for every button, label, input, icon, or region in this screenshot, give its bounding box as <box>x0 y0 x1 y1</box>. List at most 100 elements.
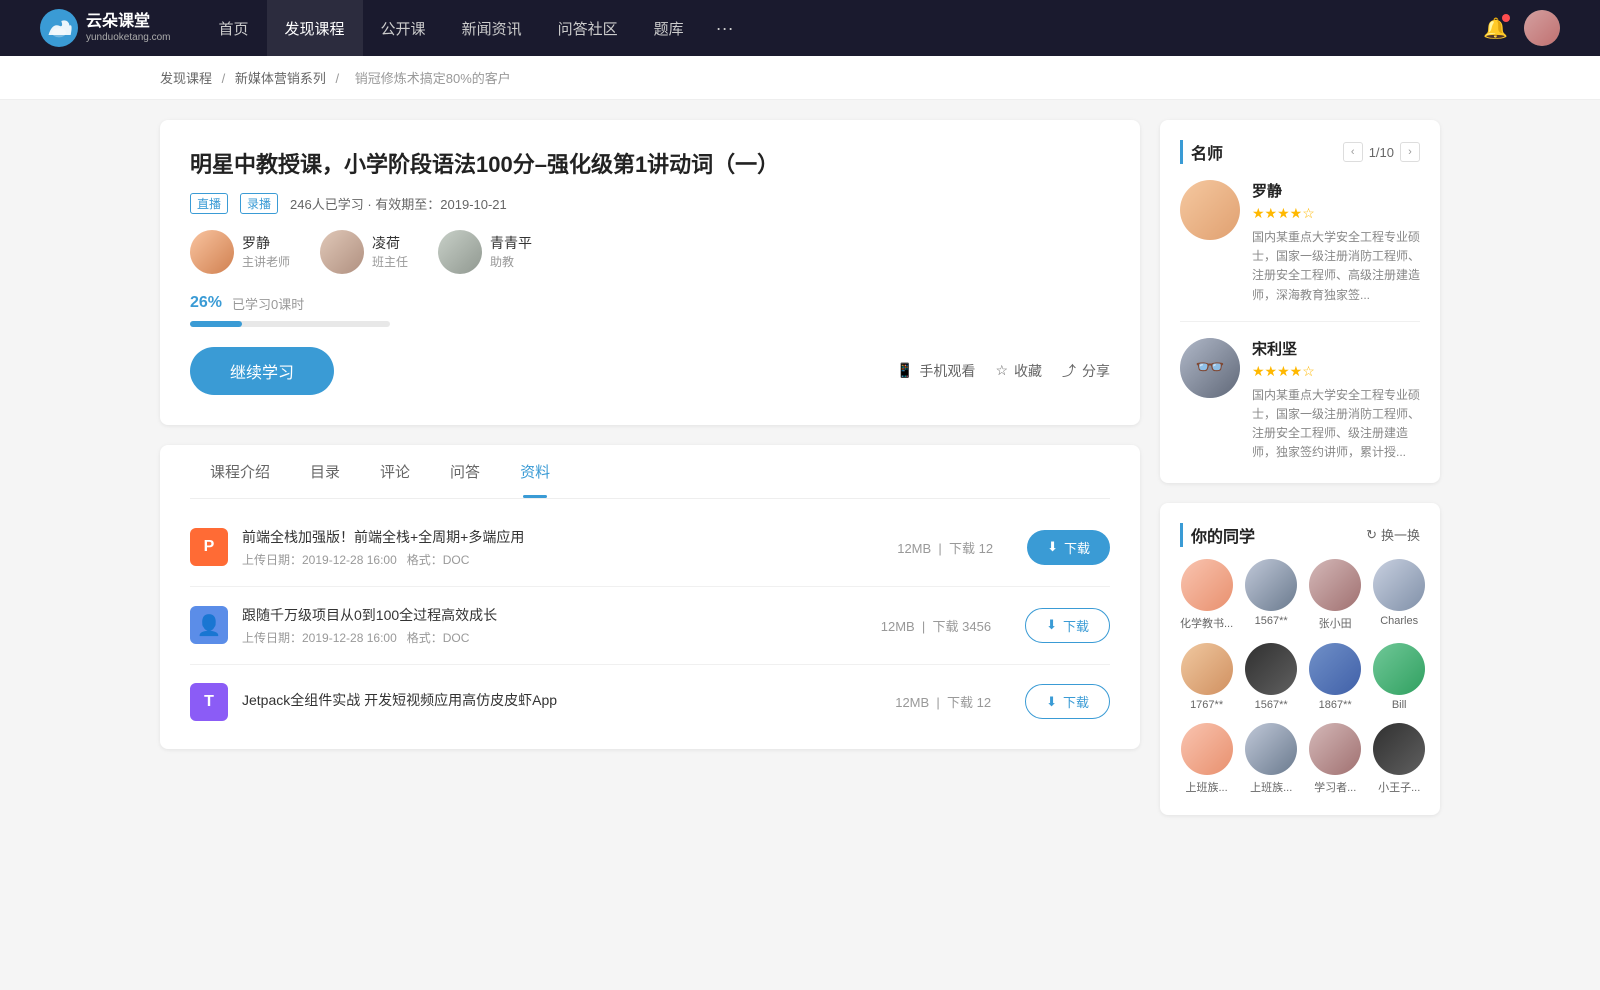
download-icon-3: ⬇ <box>1046 694 1057 710</box>
teacher-divider <box>1180 321 1420 322</box>
tab-resource[interactable]: 资料 <box>500 445 570 498</box>
download-icon-2: ⬇ <box>1046 617 1057 633</box>
tab-intro[interactable]: 课程介绍 <box>190 445 290 498</box>
nav-right: 🔔 <box>1483 10 1560 46</box>
continue-button[interactable]: 继续学习 <box>190 347 334 395</box>
nav-items: 首页 发现课程 公开课 新闻资讯 问答社区 题库 ··· <box>201 0 1484 56</box>
teacher-3: 青青平 助教 <box>438 230 532 274</box>
nav-item-qa[interactable]: 问答社区 <box>540 0 636 56</box>
teacher-1-info: 罗静 主讲老师 <box>242 233 290 270</box>
teachers-row: 罗静 主讲老师 凌荷 班主任 青青平 助教 <box>190 230 1110 274</box>
teacher-2: 凌荷 班主任 <box>320 230 408 274</box>
sidebar-teacher-2-avatar: 👓 <box>1180 338 1240 398</box>
student-4: Charles <box>1373 559 1425 631</box>
download-button-2[interactable]: ⬇下载 <box>1025 608 1110 643</box>
left-content: 明星中教授课，小学阶段语法100分–强化级第1讲动词（一） 直播 录播 246人… <box>160 120 1140 835</box>
students-sidebar-card: 你的同学 ↻ 换一换 化学教书... 1567** 张小田 <box>1160 503 1440 815</box>
user-avatar-img <box>1524 10 1560 46</box>
right-sidebar: 名师 ‹ 1/10 › 罗静 ★★★★☆ 国内某重点大学安全工程专业硕士，国家一… <box>1160 120 1440 835</box>
badge-live: 直播 <box>190 193 228 214</box>
teacher-3-role: 助教 <box>490 253 532 270</box>
sidebar-teacher-2-info: 宋利坚 ★★★★☆ 国内某重点大学安全工程专业硕士，国家一级注册消防工程师、注册… <box>1252 338 1420 463</box>
nav-item-discover[interactable]: 发现课程 <box>267 0 363 56</box>
sidebar-teacher-2: 👓 宋利坚 ★★★★☆ 国内某重点大学安全工程专业硕士，国家一级注册消防工程师、… <box>1180 338 1420 463</box>
course-title: 明星中教授课，小学阶段语法100分–强化级第1讲动词（一） <box>190 150 1110 181</box>
student-8-avatar <box>1373 643 1425 695</box>
collect-button[interactable]: ☆ 收藏 <box>995 361 1042 381</box>
breadcrumb-sep1: / <box>222 71 229 86</box>
nav-item-news[interactable]: 新闻资讯 <box>444 0 540 56</box>
student-5-avatar <box>1181 643 1233 695</box>
sidebar-teacher-2-stars: ★★★★☆ <box>1252 363 1420 380</box>
student-1-name: 化学教书... <box>1180 615 1233 631</box>
progress-pct: 26% <box>190 294 222 312</box>
sidebar-teacher-1-stars: ★★★★☆ <box>1252 205 1420 222</box>
student-8: Bill <box>1373 643 1425 711</box>
progress-section: 26% 已学习0课时 <box>190 294 1110 327</box>
main-layout: 明星中教授课，小学阶段语法100分–强化级第1讲动词（一） 直播 录播 246人… <box>0 100 1600 855</box>
sidebar-teacher-2-desc: 国内某重点大学安全工程专业硕士，国家一级注册消防工程师、注册安全工程师、级注册建… <box>1252 386 1420 463</box>
nav-item-open[interactable]: 公开课 <box>363 0 444 56</box>
student-8-name: Bill <box>1392 699 1407 711</box>
teachers-card-title: 名师 <box>1180 140 1223 164</box>
pg-next-button[interactable]: › <box>1400 142 1420 162</box>
tab-qa[interactable]: 问答 <box>430 445 500 498</box>
student-4-name: Charles <box>1380 615 1418 627</box>
nav-item-exam[interactable]: 题库 <box>636 0 702 56</box>
resource-item-1: P 前端全栈加强版！前端全栈+全周期+多端应用 上传日期：2019-12-28 … <box>190 509 1110 587</box>
student-6-avatar <box>1245 643 1297 695</box>
student-6-name: 1567** <box>1255 699 1288 711</box>
student-11: 学习者... <box>1309 723 1361 795</box>
teacher-3-name: 青青平 <box>490 233 532 253</box>
tab-catalog[interactable]: 目录 <box>290 445 360 498</box>
resource-info-2: 跟随千万级项目从0到100全过程高效成长 上传日期：2019-12-28 16:… <box>242 605 847 646</box>
student-1: 化学教书... <box>1180 559 1233 631</box>
student-11-name: 学习者... <box>1314 779 1356 795</box>
bell-icon[interactable]: 🔔 <box>1483 16 1508 41</box>
progress-text: 已学习0课时 <box>232 294 304 313</box>
nav-more[interactable]: ··· <box>702 0 748 56</box>
resource-stats-2: 12MB | 下载 3456 <box>881 616 991 635</box>
student-9-avatar <box>1181 723 1233 775</box>
logo-icon <box>40 9 78 47</box>
logo[interactable]: 云朵课堂 yunduoketang.com <box>40 9 171 47</box>
tab-review[interactable]: 评论 <box>360 445 430 498</box>
teacher-2-name: 凌荷 <box>372 233 408 253</box>
teacher-3-info: 青青平 助教 <box>490 233 532 270</box>
student-12: 小王子... <box>1373 723 1425 795</box>
sidebar-teacher-1-desc: 国内某重点大学安全工程专业硕士，国家一级注册消防工程师、注册安全工程师、高级注册… <box>1252 228 1420 305</box>
student-2-name: 1567** <box>1255 615 1288 627</box>
resource-icon-1: P <box>190 528 228 566</box>
course-card: 明星中教授课，小学阶段语法100分–强化级第1讲动词（一） 直播 录播 246人… <box>160 120 1140 425</box>
pg-current: 1/10 <box>1369 145 1394 160</box>
student-3-name: 张小田 <box>1319 615 1352 631</box>
badge-record: 录播 <box>240 193 278 214</box>
resource-sub-2: 上传日期：2019-12-28 16:00 格式：DOC <box>242 629 847 646</box>
student-7-name: 1867** <box>1319 699 1352 711</box>
download-button-1[interactable]: ⬇下载 <box>1027 530 1110 565</box>
student-12-name: 小王子... <box>1378 779 1420 795</box>
download-button-3[interactable]: ⬇下载 <box>1025 684 1110 719</box>
refresh-students-button[interactable]: ↻ 换一换 <box>1366 525 1420 544</box>
student-3: 张小田 <box>1309 559 1361 631</box>
teacher-1-avatar <box>190 230 234 274</box>
course-meta: 直播 录播 246人已学习 · 有效期至：2019-10-21 <box>190 193 1110 214</box>
resource-name-1: 前端全栈加强版！前端全栈+全周期+多端应用 <box>242 527 863 547</box>
breadcrumb-discover[interactable]: 发现课程 <box>160 71 212 86</box>
sidebar-teacher-1-avatar <box>1180 180 1240 240</box>
teacher-2-avatar <box>320 230 364 274</box>
nav-item-home[interactable]: 首页 <box>201 0 267 56</box>
teacher-2-role: 班主任 <box>372 253 408 270</box>
breadcrumb-current: 销冠修炼术搞定80%的客户 <box>355 71 511 86</box>
resource-icon-3: T <box>190 683 228 721</box>
resource-stats-1: 12MB | 下载 12 <box>897 538 993 557</box>
navbar: 云朵课堂 yunduoketang.com 首页 发现课程 公开课 新闻资讯 问… <box>0 0 1600 56</box>
student-9: 上班族... <box>1180 723 1233 795</box>
students-card-title: 你的同学 <box>1180 523 1255 547</box>
breadcrumb-series[interactable]: 新媒体营销系列 <box>235 71 326 86</box>
share-button[interactable]: ⤴ 分享 <box>1062 361 1110 381</box>
action-buttons: 📱 手机观看 ☆ 收藏 ⤴ 分享 <box>896 361 1110 381</box>
mobile-watch-button[interactable]: 📱 手机观看 <box>896 361 975 381</box>
user-avatar-nav[interactable] <box>1524 10 1560 46</box>
pg-prev-button[interactable]: ‹ <box>1343 142 1363 162</box>
